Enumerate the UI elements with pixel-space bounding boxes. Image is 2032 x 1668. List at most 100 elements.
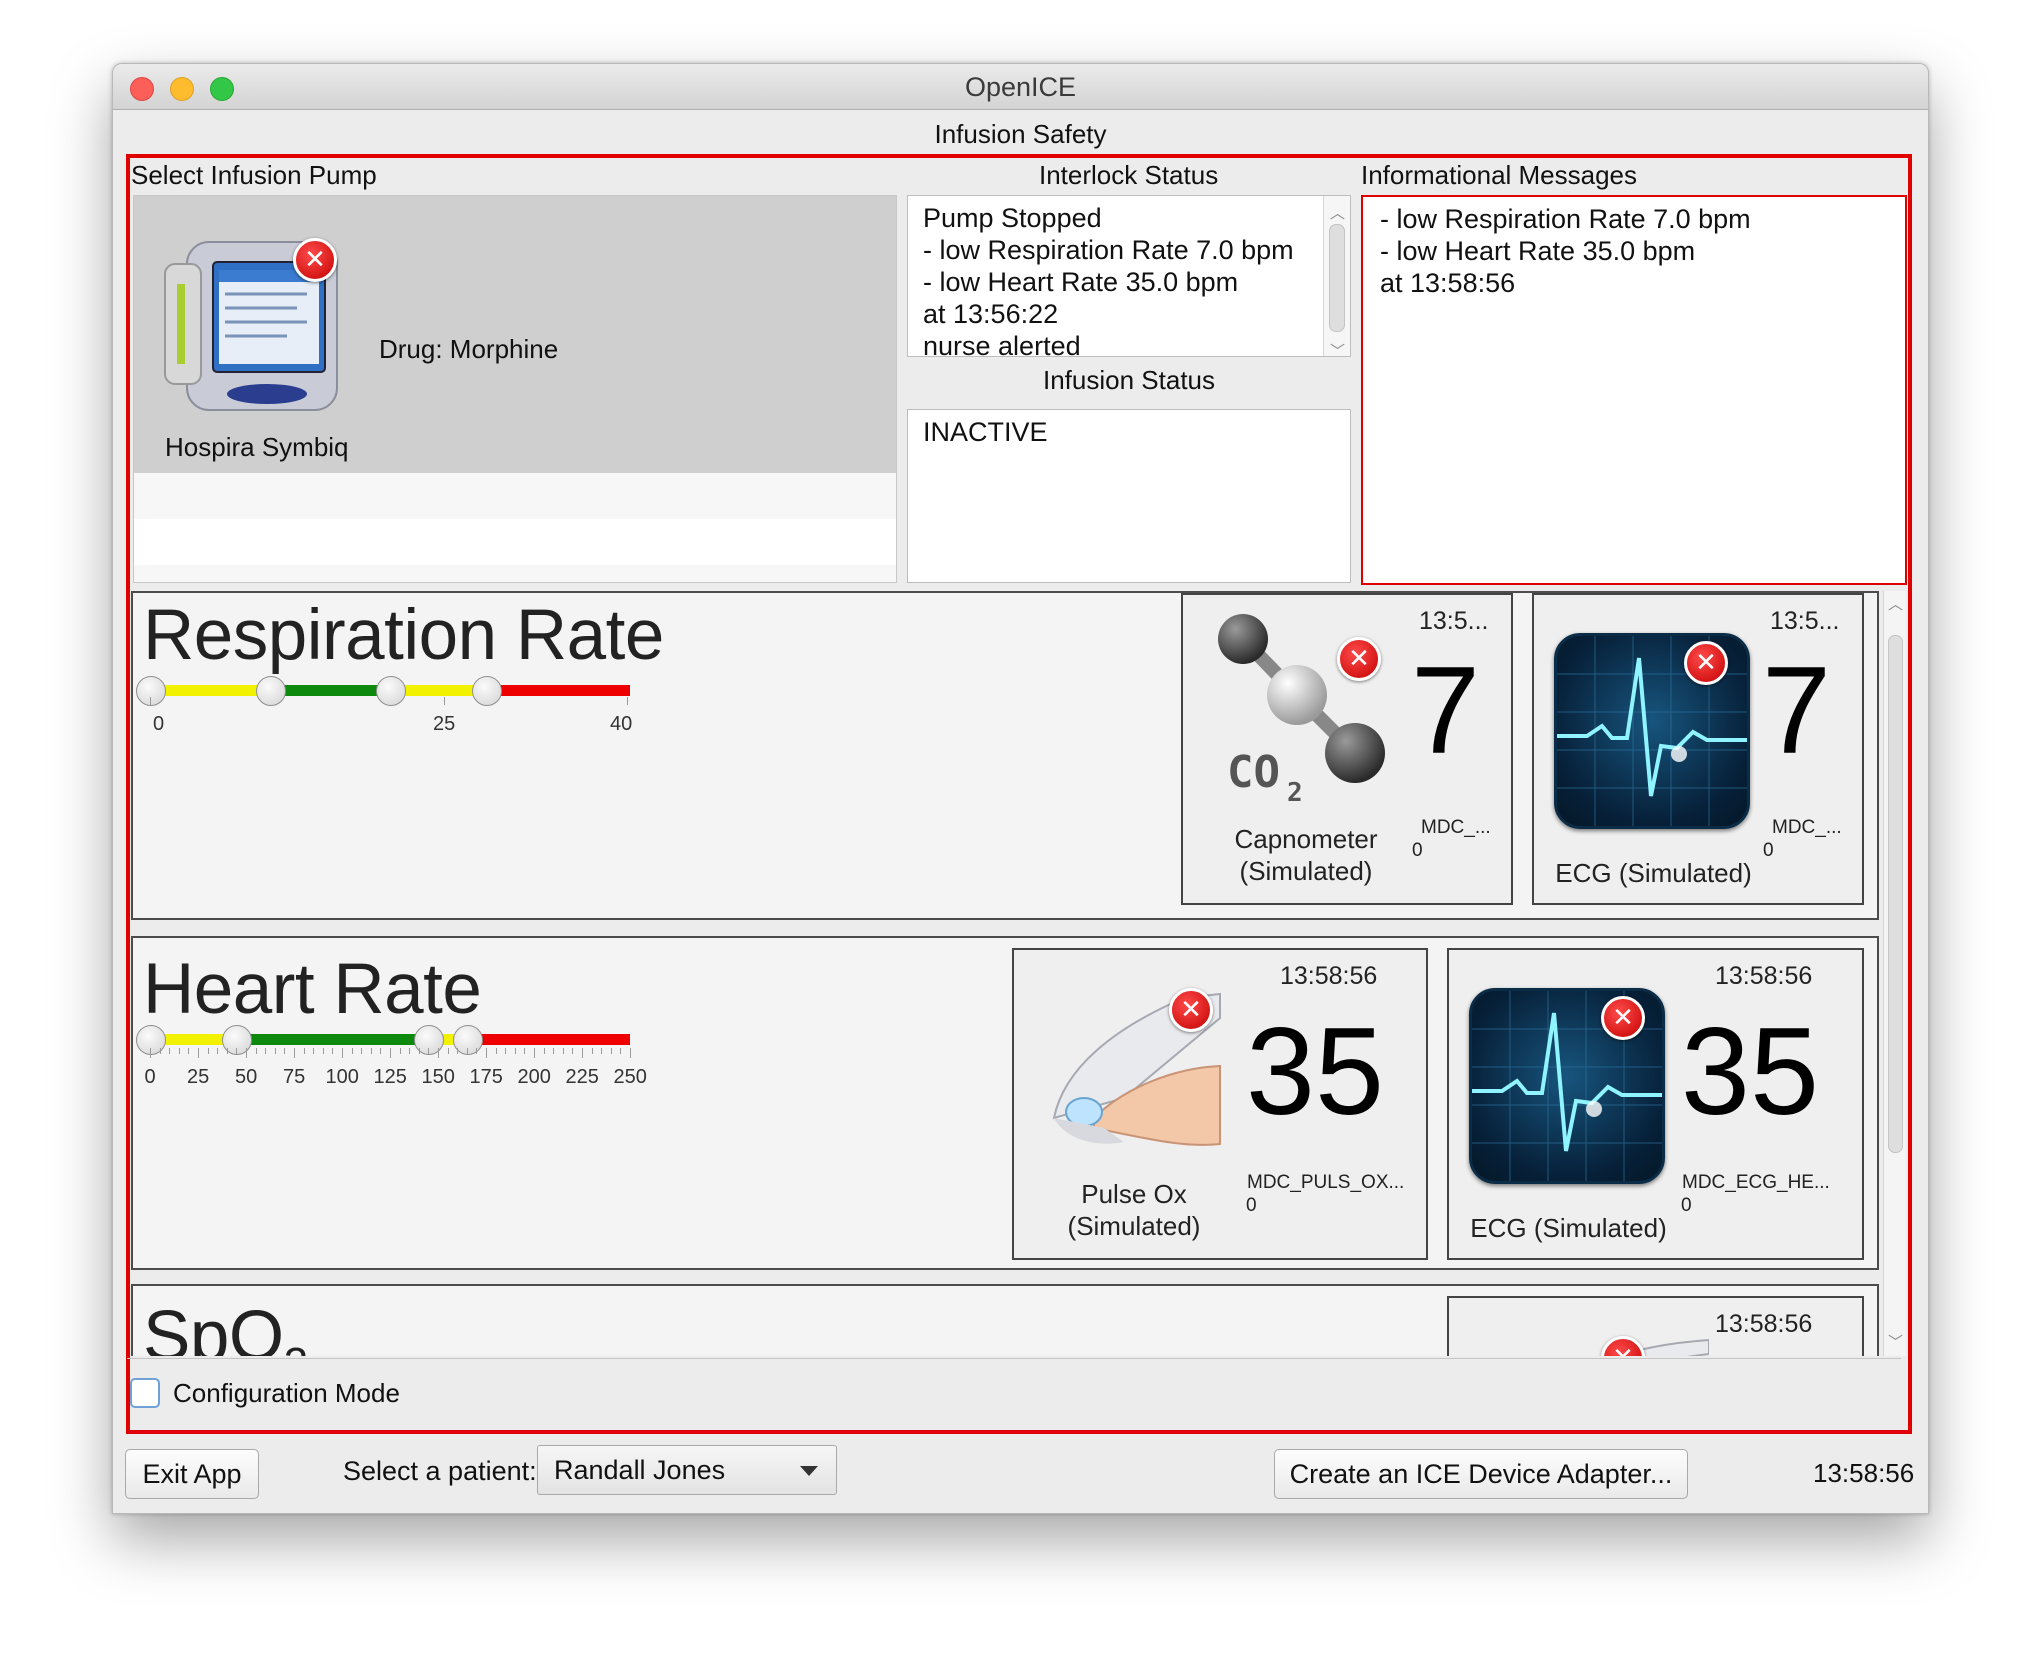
respiration-rate-title: Respiration Rate bbox=[143, 596, 664, 675]
heart-tick-label: 200 bbox=[517, 1066, 551, 1088]
interlock-scrollbar[interactable]: ︿ ﹀ bbox=[1323, 196, 1350, 360]
pump-list-empty-row bbox=[134, 519, 896, 565]
pulse-ox-card[interactable]: ✕ 13:58:56 35 MDC_PULS_OX... 0 Pulse Ox … bbox=[1012, 948, 1428, 1260]
heart-threshold-knob[interactable] bbox=[136, 1025, 166, 1055]
heart-tick-mark bbox=[505, 1048, 507, 1054]
heart-tick-mark bbox=[284, 1048, 286, 1054]
ecg-heart-card[interactable]: ✕ 13:58:56 35 MDC_ECG_HE... 0 ECG (Simul… bbox=[1447, 948, 1864, 1260]
ecg-respiration-device-name: ECG (Simulated) bbox=[1555, 858, 1752, 888]
heart-zone-1 bbox=[236, 1034, 429, 1045]
ecg-respiration-value: 7 bbox=[1762, 642, 1831, 780]
heart-zone-3 bbox=[466, 1034, 630, 1045]
heart-tick-mark bbox=[370, 1048, 372, 1054]
heart-tick-mark bbox=[226, 1048, 228, 1054]
respiration-threshold-knob[interactable] bbox=[376, 676, 406, 706]
pulse-ox-timestamp: 13:58:56 bbox=[1280, 962, 1378, 990]
heart-tick-label: 175 bbox=[469, 1066, 503, 1088]
respiration-tick-40: 40 bbox=[610, 713, 633, 735]
ecg-heart-instance: 0 bbox=[1681, 1195, 1692, 1216]
heart-tick-mark bbox=[630, 1048, 631, 1058]
capnometer-value: 7 bbox=[1411, 642, 1480, 780]
spo2-card[interactable]: 13:58:56 ✕ bbox=[1447, 1296, 1864, 1356]
spo2-timestamp: 13:58:56 bbox=[1715, 1310, 1813, 1338]
heart-tick-mark bbox=[418, 1048, 420, 1054]
ecg-respiration-card[interactable]: ✕ 13:5... 7 MDC_... 0 ECG (Simulated) bbox=[1532, 593, 1864, 905]
exit-app-button[interactable]: Exit App bbox=[125, 1449, 259, 1499]
ecg-heart-alarm-icon: ✕ bbox=[1601, 996, 1645, 1040]
respiration-threshold-knob[interactable] bbox=[472, 676, 502, 706]
ecg-heart-metric-id: MDC_ECG_HE... bbox=[1682, 1172, 1830, 1193]
infusion-status-value: INACTIVE bbox=[923, 417, 1048, 447]
pulse-ox-instance: 0 bbox=[1246, 1195, 1257, 1216]
heart-tick-label: 250 bbox=[613, 1066, 647, 1088]
heart-tick-mark bbox=[217, 1048, 219, 1054]
capnometer-card[interactable]: CO 2 ✕ 13:5... 7 MDC_... 0 Capnometer (S… bbox=[1181, 593, 1513, 905]
patient-select-value: Randall Jones bbox=[554, 1455, 726, 1485]
respiration-zone-3 bbox=[486, 685, 630, 696]
heart-tick-mark bbox=[524, 1048, 526, 1054]
metrics-scroll-down-icon[interactable]: ﹀ bbox=[1888, 1331, 1903, 1352]
heart-tick-mark bbox=[303, 1048, 305, 1054]
heart-tick-mark bbox=[207, 1048, 209, 1054]
respiration-tick-25: 25 bbox=[433, 713, 456, 735]
heart-tick-mark bbox=[188, 1048, 190, 1054]
metrics-scroll-area[interactable]: Respiration Rate 0 25 40 CO 2 ✕ 13:5... … bbox=[131, 591, 1906, 1356]
heart-tick-mark bbox=[169, 1048, 171, 1054]
configuration-mode-checkbox[interactable] bbox=[130, 1378, 160, 1408]
heart-tick-mark bbox=[332, 1048, 334, 1054]
heart-tick-mark bbox=[495, 1048, 497, 1054]
capnometer-device-name: Capnometer (Simulated) bbox=[1234, 824, 1378, 886]
respiration-threshold-slider[interactable] bbox=[136, 676, 630, 706]
heart-tick-mark bbox=[620, 1048, 622, 1054]
heart-tick-mark bbox=[486, 1048, 487, 1058]
heart-tick-mark bbox=[438, 1048, 439, 1058]
select-patient-label: Select a patient: bbox=[343, 1456, 537, 1486]
heart-tick-label: 50 bbox=[235, 1066, 258, 1088]
heart-tick-mark bbox=[601, 1048, 603, 1054]
heart-threshold-slider[interactable] bbox=[136, 1025, 630, 1055]
create-device-adapter-button[interactable]: Create an ICE Device Adapter... bbox=[1274, 1449, 1688, 1499]
scroll-down-arrow-icon[interactable]: ﹀ bbox=[1330, 336, 1345, 368]
heart-tick-mark bbox=[294, 1048, 295, 1058]
respiration-threshold-knob[interactable] bbox=[256, 676, 286, 706]
interlock-status-message: Pump Stopped - low Respiration Rate 7.0 … bbox=[923, 203, 1294, 361]
pulse-ox-value: 35 bbox=[1246, 1003, 1384, 1141]
heart-tick-mark bbox=[457, 1048, 459, 1054]
heart-tick-mark bbox=[342, 1048, 343, 1058]
heart-tick-mark bbox=[361, 1048, 363, 1054]
ecg-heart-device-name: ECG (Simulated) bbox=[1470, 1213, 1667, 1243]
ecg-respiration-instance: 0 bbox=[1763, 840, 1774, 861]
heart-tick-mark bbox=[255, 1048, 257, 1054]
capnometer-timestamp: 13:5... bbox=[1419, 607, 1489, 635]
respiration-threshold-knob[interactable] bbox=[136, 676, 166, 706]
heart-tick-mark bbox=[380, 1048, 382, 1054]
configuration-mode-label: Configuration Mode bbox=[173, 1378, 400, 1408]
heart-tick-mark bbox=[476, 1048, 478, 1054]
pump-select-heading: Select Infusion Pump bbox=[131, 160, 377, 190]
pulse-ox-metric-id: MDC_PULS_OX... bbox=[1247, 1172, 1405, 1193]
capnometer-alarm-icon: ✕ bbox=[1337, 637, 1381, 681]
pump-device-name: Hospira Symbiq bbox=[165, 432, 349, 462]
heart-tick-mark bbox=[447, 1048, 449, 1054]
metrics-scroll-thumb[interactable] bbox=[1888, 635, 1903, 1153]
app-title: Infusion Safety bbox=[934, 119, 1107, 149]
metrics-scrollbar[interactable]: ︿ ﹀ bbox=[1883, 591, 1906, 1356]
heart-tick-mark bbox=[351, 1048, 353, 1054]
interlock-scroll-thumb[interactable] bbox=[1329, 224, 1345, 332]
patient-select[interactable]: Randall Jones bbox=[537, 1445, 837, 1495]
heart-tick-mark bbox=[313, 1048, 315, 1054]
informational-messages-text: - low Respiration Rate 7.0 bpm - low Hea… bbox=[1380, 204, 1751, 298]
co2-label: CO bbox=[1227, 747, 1280, 798]
metrics-scroll-up-icon[interactable]: ︿ bbox=[1888, 593, 1903, 614]
infusion-status-heading: Infusion Status bbox=[1043, 365, 1215, 395]
heart-tick-mark bbox=[553, 1048, 555, 1054]
heart-tick-mark bbox=[466, 1048, 468, 1054]
co2-subscript: 2 bbox=[1287, 778, 1303, 803]
respiration-tick-0: 0 bbox=[153, 713, 165, 735]
window-title: OpenICE bbox=[964, 72, 1077, 102]
interlock-status-heading: Interlock Status bbox=[1039, 160, 1219, 190]
infusion-status-box: INACTIVE bbox=[907, 409, 1351, 583]
heart-tick-mark bbox=[159, 1048, 161, 1054]
ecg-respiration-alarm-icon: ✕ bbox=[1684, 641, 1728, 685]
heart-tick-label: 0 bbox=[144, 1066, 156, 1088]
